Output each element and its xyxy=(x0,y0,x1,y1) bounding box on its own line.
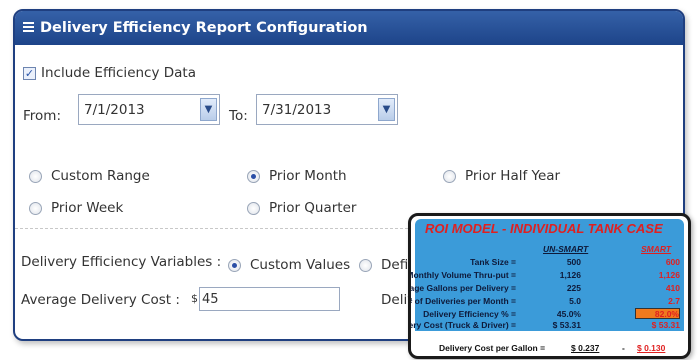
roi-footer-label: Delivery Cost per Gallon = xyxy=(439,343,546,353)
to-date-value: 7/31/2013 xyxy=(262,101,332,118)
range-prior-quarter-radio[interactable] xyxy=(247,201,260,215)
roi-title: ROI MODEL - INDIVIDUAL TANK CASE xyxy=(425,221,663,236)
range-prior-half-year[interactable]: Prior Half Year xyxy=(443,168,560,184)
roi-row-label: Monthly Volume Thru-put = xyxy=(408,270,516,280)
variables-custom-radio[interactable] xyxy=(228,258,241,272)
roi-row-unsmart: 1,126 xyxy=(559,270,581,280)
roi-footer-smart: $ 0.130 xyxy=(637,343,666,353)
roi-row: Delivery Efficiency % = 45.0% 82.0% xyxy=(415,308,684,320)
variables-custom[interactable]: Custom Values xyxy=(228,257,350,273)
avg-cost-value: 45 xyxy=(202,291,219,307)
roi-model-card: ROI MODEL - INDIVIDUAL TANK CASE UN-SMAR… xyxy=(408,213,691,359)
roi-row: Tank Size = 500 600 xyxy=(415,257,684,268)
from-dropdown-icon[interactable]: ▼ xyxy=(200,98,217,121)
include-efficiency-row[interactable]: ✓ Include Efficiency Data xyxy=(23,65,196,81)
roi-row-smart: 1,126 xyxy=(658,270,680,280)
range-prior-month-radio[interactable] xyxy=(247,169,260,183)
include-efficiency-checkbox[interactable]: ✓ xyxy=(23,66,36,80)
to-date-field[interactable]: 7/31/2013 ▼ xyxy=(256,94,398,125)
roi-row-unsmart: 225 xyxy=(566,283,581,293)
range-custom[interactable]: Custom Range xyxy=(29,168,150,184)
collapse-icon[interactable] xyxy=(23,21,34,32)
roi-row-unsmart: $ 53.31 xyxy=(552,320,581,330)
roi-row-unsmart: 45.0% xyxy=(556,309,581,319)
avg-cost-input[interactable]: 45 xyxy=(199,287,340,311)
range-custom-radio[interactable] xyxy=(29,169,42,183)
from-label: From: xyxy=(23,108,61,124)
roi-row-label: Delivery Cost (Truck & Driver) = xyxy=(408,320,516,330)
roi-row-smart: $ 53.31 xyxy=(651,320,680,330)
variables-label: Delivery Efficiency Variables : xyxy=(21,254,222,270)
variables-defined-radio[interactable] xyxy=(359,258,372,272)
panel-header[interactable]: Delivery Efficiency Report Configuration xyxy=(15,11,683,45)
range-label: Prior Week xyxy=(51,200,124,216)
roi-footer: Delivery Cost per Gallon = $ 0.237 - $ 0… xyxy=(415,343,684,356)
panel-title: Delivery Efficiency Report Configuration xyxy=(40,20,368,36)
roi-row: Monthly Volume Thru-put = 1,126 1,126 xyxy=(411,270,684,281)
roi-footer-sep: - xyxy=(622,343,625,353)
roi-row-smart: 600 xyxy=(665,257,680,267)
range-label: Custom Range xyxy=(51,168,150,184)
range-prior-quarter[interactable]: Prior Quarter xyxy=(247,200,356,216)
range-prior-month[interactable]: Prior Month xyxy=(247,168,347,184)
range-label: Prior Quarter xyxy=(269,200,357,216)
roi-table-background: ROI MODEL - INDIVIDUAL TANK CASE UN-SMAR… xyxy=(411,219,684,331)
roi-row: # of Deliveries per Month = 5.0 2.7 xyxy=(411,296,684,307)
range-prior-week-radio[interactable] xyxy=(29,201,42,215)
include-efficiency-label: Include Efficiency Data xyxy=(41,65,196,81)
roi-row-label: Average Gallons per Delivery = xyxy=(409,283,516,293)
roi-row-label: Delivery Efficiency % = xyxy=(423,309,516,319)
roi-row-smart: 410 xyxy=(665,283,680,293)
range-prior-half-year-radio[interactable] xyxy=(443,169,456,183)
range-prior-week[interactable]: Prior Week xyxy=(29,200,123,216)
roi-row-label: Tank Size = xyxy=(470,257,516,267)
currency-symbol: $ xyxy=(191,292,198,305)
roi-footer-unsmart: $ 0.237 xyxy=(571,343,600,353)
roi-row-unsmart: 5.0 xyxy=(569,296,581,306)
to-dropdown-icon[interactable]: ▼ xyxy=(378,98,395,121)
roi-row-smart-highlight: 82.0% xyxy=(635,308,680,319)
roi-row: Average Gallons per Delivery = 225 410 xyxy=(411,283,684,294)
roi-row-label: # of Deliveries per Month = xyxy=(408,296,516,306)
range-label: Prior Half Year xyxy=(465,168,561,184)
from-date-field[interactable]: 7/1/2013 ▼ xyxy=(78,94,220,125)
roi-row: Delivery Cost (Truck & Driver) = $ 53.31… xyxy=(411,320,684,331)
from-date-value: 7/1/2013 xyxy=(84,101,145,118)
roi-col-unsmart: UN-SMART xyxy=(543,244,589,254)
roi-col-smart: SMART xyxy=(641,244,672,254)
range-label: Prior Month xyxy=(269,168,347,184)
variables-option-label: Custom Values xyxy=(250,257,351,273)
to-label: To: xyxy=(229,108,248,124)
roi-row-unsmart: 500 xyxy=(566,257,581,267)
roi-row-smart: 2.7 xyxy=(668,296,680,306)
avg-cost-label: Average Delivery Cost : xyxy=(21,292,180,308)
